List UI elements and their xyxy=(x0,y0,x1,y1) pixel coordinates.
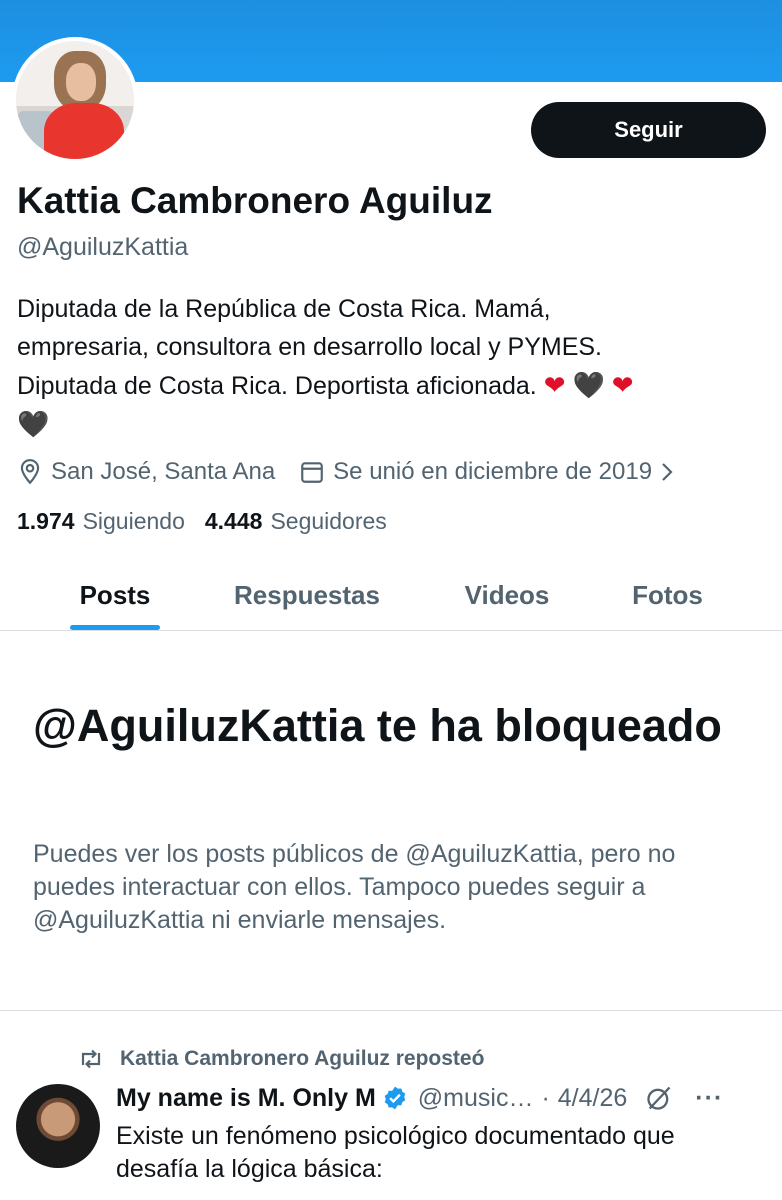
profile-page: Seguir Kattia Cambronero Aguiluz @Aguilu… xyxy=(0,0,782,1200)
following-count: 1.974 xyxy=(17,508,75,534)
tab-fotos[interactable]: Fotos xyxy=(620,560,715,630)
post-header: My name is M. Only M @music… · 4/4/26 ··… xyxy=(116,1080,776,1116)
active-tab-indicator xyxy=(70,625,160,630)
profile-meta: San José, Santa Ana Se unió en diciembre… xyxy=(17,455,674,489)
profile-name: Kattia Cambronero Aguiluz xyxy=(17,180,493,221)
post-text: Existe un fenómeno psicológico documenta… xyxy=(116,1120,776,1186)
joined-date: Se unió en diciembre de 2019 xyxy=(299,458,674,486)
bio-line: Diputada de la República de Costa Rica. … xyxy=(17,295,551,323)
post-text-line: Existe un fenómeno psicológico documenta… xyxy=(116,1122,675,1150)
chevron-right-icon[interactable] xyxy=(660,461,674,483)
profile-stats: 1.974 Siguiendo 4.448 Seguidores xyxy=(17,508,387,535)
black-heart-emoji: 🖤 xyxy=(572,370,605,400)
following-label: Siguiendo xyxy=(82,508,185,534)
follow-button[interactable]: Seguir xyxy=(531,102,766,158)
post-author-name[interactable]: My name is M. Only M xyxy=(116,1084,376,1113)
profile-handle: @AguiluzKattia xyxy=(17,233,189,261)
verified-badge-icon xyxy=(384,1086,406,1110)
post-date[interactable]: 4/4/26 xyxy=(558,1084,628,1113)
repost-text[interactable]: Kattia Cambronero Aguiluz reposteó xyxy=(120,1047,484,1071)
profile-avatar[interactable] xyxy=(12,37,138,163)
bio-line: Diputada de Costa Rica. Deportista afici… xyxy=(17,370,634,400)
post-text-line: desafía la lógica básica: xyxy=(116,1155,383,1183)
black-heart-emoji: 🖤 xyxy=(17,409,50,439)
joined-text: Se unió en diciembre de 2019 xyxy=(333,458,653,485)
followers-count: 4.448 xyxy=(204,508,263,534)
bio-line: 🖤 xyxy=(17,405,757,444)
repost-indicator: Kattia Cambronero Aguiluz reposteó xyxy=(78,1043,484,1075)
location-pin-icon xyxy=(20,459,40,485)
location-text: San José, Santa Ana xyxy=(51,458,276,485)
followers-label: Seguidores xyxy=(270,508,387,534)
profile-bio: Diputada de la República de Costa Rica. … xyxy=(17,290,757,444)
calendar-icon xyxy=(301,462,324,483)
followers-link[interactable]: 4.448 Seguidores xyxy=(205,508,387,535)
avatar-photo xyxy=(16,41,134,159)
tab-respuestas[interactable]: Respuestas xyxy=(222,560,392,630)
bio-line: empresaria, consultora en desarrollo loc… xyxy=(17,333,602,361)
tab-posts[interactable]: Posts xyxy=(70,560,160,630)
tab-videos[interactable]: Videos xyxy=(452,560,562,630)
profile-tabs: Posts Respuestas Videos Fotos xyxy=(0,560,782,631)
blocked-description: Puedes ver los posts públicos de @Aguilu… xyxy=(33,840,676,934)
red-heart-emoji: ❤ xyxy=(611,370,634,400)
red-heart-emoji: ❤ xyxy=(543,370,566,400)
repost-icon xyxy=(81,1049,101,1069)
blocked-title: @AguiluzKattia te ha bloqueado xyxy=(33,700,722,751)
grok-icon[interactable] xyxy=(645,1084,673,1112)
post-author-handle[interactable]: @music… xyxy=(418,1084,534,1113)
following-link[interactable]: 1.974 Siguiendo xyxy=(17,508,185,535)
more-icon[interactable]: ··· xyxy=(695,1084,723,1113)
location: San José, Santa Ana xyxy=(17,458,275,486)
section-divider xyxy=(0,1010,782,1011)
post-author-avatar[interactable] xyxy=(16,1084,100,1168)
post-separator: · xyxy=(541,1083,550,1112)
